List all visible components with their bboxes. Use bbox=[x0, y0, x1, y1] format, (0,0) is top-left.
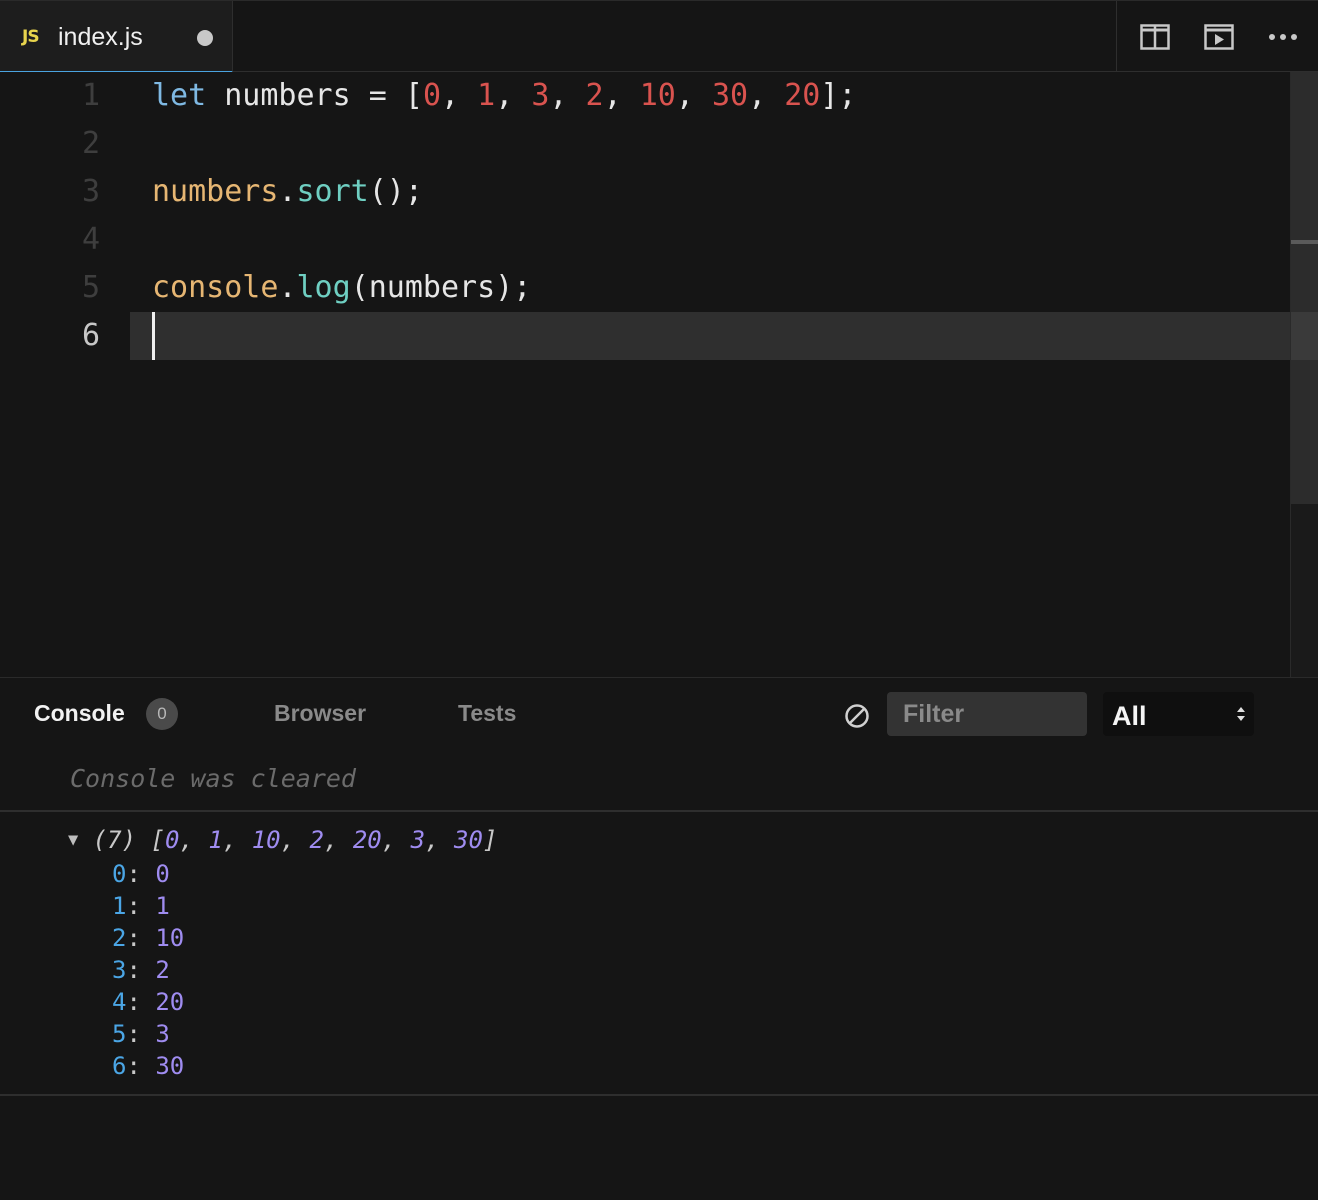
number-literal: 1 bbox=[477, 78, 496, 113]
tab-console[interactable]: Console bbox=[34, 700, 125, 727]
line-number: 1 bbox=[81, 78, 100, 113]
file-tab-index-js[interactable]: JS index.js bbox=[0, 1, 233, 73]
scrollbar-viewport-marker bbox=[1291, 240, 1318, 244]
call-args: (numbers); bbox=[350, 270, 532, 305]
entry-key: 3 bbox=[112, 956, 127, 984]
method-log: log bbox=[296, 270, 351, 305]
scrollbar-cursor-marker bbox=[1291, 312, 1318, 360]
clear-console-button[interactable] bbox=[843, 702, 871, 730]
editor-actions bbox=[1116, 1, 1318, 73]
line-number: 3 bbox=[81, 174, 100, 209]
entry-value: 0 bbox=[155, 860, 170, 888]
console-panel: Console 0 Browser Tests All Console was … bbox=[0, 677, 1318, 1200]
log-array-entry: 0: 0 bbox=[112, 860, 170, 888]
entry-key: 0 bbox=[112, 860, 127, 888]
text-cursor bbox=[152, 312, 155, 360]
current-line-highlight bbox=[130, 312, 1290, 360]
line-number-active: 6 bbox=[81, 318, 100, 353]
entry-key: 2 bbox=[112, 924, 127, 952]
javascript-file-icon: JS bbox=[22, 27, 40, 47]
array-value: 10 bbox=[251, 826, 281, 854]
call-parens: (); bbox=[368, 174, 423, 209]
select-arrows-icon bbox=[1237, 707, 1245, 721]
array-open: [ bbox=[404, 78, 423, 113]
identifier-console: console bbox=[152, 270, 279, 305]
editor-scrollbar-thumb[interactable] bbox=[1291, 72, 1318, 504]
split-editor-button[interactable] bbox=[1139, 21, 1171, 53]
array-value: 1 bbox=[208, 826, 223, 854]
console-cleared-message: Console was cleared bbox=[70, 764, 356, 793]
array-close: ]; bbox=[820, 78, 857, 113]
console-divider bbox=[0, 1094, 1318, 1096]
member-dot: . bbox=[278, 270, 297, 305]
log-array-entry: 3: 2 bbox=[112, 956, 170, 984]
entry-key: 6 bbox=[112, 1052, 127, 1080]
log-array-entry: 6: 30 bbox=[112, 1052, 185, 1080]
number-literal: 2 bbox=[585, 78, 604, 113]
expand-triangle-icon[interactable]: ▼ bbox=[68, 830, 78, 850]
tab-filename: index.js bbox=[58, 23, 143, 51]
unsaved-changes-dot-icon[interactable] bbox=[197, 30, 213, 46]
entry-value: 1 bbox=[155, 892, 170, 920]
entry-value: 10 bbox=[155, 924, 185, 952]
log-array-entry: 5: 3 bbox=[112, 1020, 170, 1048]
console-count-badge: 0 bbox=[146, 698, 178, 730]
entry-key: 1 bbox=[112, 892, 127, 920]
number-literal: 0 bbox=[422, 78, 441, 113]
entry-value: 30 bbox=[155, 1052, 185, 1080]
line-number: 2 bbox=[81, 126, 100, 161]
tab-browser[interactable]: Browser bbox=[274, 700, 366, 727]
split-editor-icon bbox=[1140, 24, 1170, 50]
code-line-5[interactable]: console.log(numbers); bbox=[152, 264, 531, 312]
identifier-numbers: numbers bbox=[224, 78, 351, 113]
code-line-3[interactable]: numbers.sort(); bbox=[152, 168, 423, 216]
more-actions-icon bbox=[1269, 34, 1297, 40]
assign-operator: = bbox=[368, 78, 387, 113]
entry-value: 2 bbox=[155, 956, 170, 984]
array-value: 0 bbox=[164, 826, 180, 854]
editor-tab-bar: JS index.js bbox=[0, 0, 1318, 73]
open-preview-icon bbox=[1204, 24, 1234, 50]
number-literal: 10 bbox=[639, 78, 676, 113]
code-line-1[interactable]: let numbers = [0, 1, 3, 2, 10, 30, 20]; bbox=[152, 72, 856, 120]
filter-input[interactable] bbox=[887, 692, 1087, 736]
number-literal: 20 bbox=[784, 78, 821, 113]
keyword-let: let bbox=[152, 78, 207, 113]
code-editor[interactable]: 1 2 3 4 5 6 let numbers = [0, 1, 3, 2, 1… bbox=[0, 72, 1318, 677]
array-value: 20 bbox=[352, 826, 382, 854]
number-literal: 30 bbox=[711, 78, 749, 113]
method-sort: sort bbox=[296, 174, 369, 209]
log-array-entry: 4: 20 bbox=[112, 988, 185, 1016]
entry-key: 5 bbox=[112, 1020, 127, 1048]
array-value: 30 bbox=[454, 826, 483, 854]
entry-value: 20 bbox=[155, 988, 185, 1016]
array-value: 3 bbox=[410, 826, 426, 854]
line-number: 5 bbox=[81, 270, 100, 305]
open-preview-button[interactable] bbox=[1203, 21, 1235, 53]
tab-tests[interactable]: Tests bbox=[458, 700, 516, 727]
entry-key: 4 bbox=[112, 988, 127, 1016]
number-literal: 3 bbox=[531, 78, 550, 113]
console-divider bbox=[0, 810, 1318, 812]
identifier-numbers: numbers bbox=[152, 174, 279, 209]
member-dot: . bbox=[278, 174, 297, 209]
log-level-value: All bbox=[1112, 701, 1147, 731]
entry-value: 3 bbox=[155, 1020, 170, 1048]
more-actions-button[interactable] bbox=[1267, 21, 1299, 53]
array-value: 2 bbox=[309, 826, 324, 854]
clear-console-icon bbox=[845, 704, 869, 728]
log-array-entry: 1: 1 bbox=[112, 892, 170, 920]
log-level-select[interactable]: All bbox=[1103, 692, 1254, 736]
array-length: (7) bbox=[92, 826, 137, 854]
line-number: 4 bbox=[81, 222, 100, 257]
log-array-entry: 2: 10 bbox=[112, 924, 185, 952]
log-array-summary[interactable]: ▼ (7) [0, 1, 10, 2, 20, 3, 30] bbox=[68, 826, 497, 854]
